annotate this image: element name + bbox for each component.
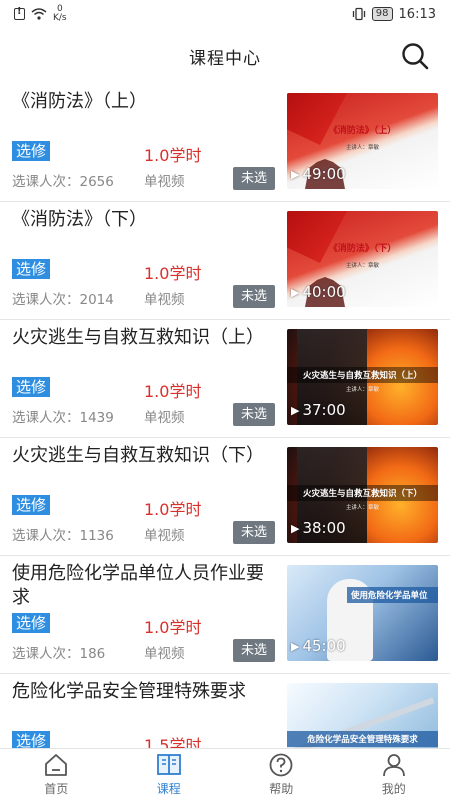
credit-hours: 1.0学时	[144, 618, 202, 637]
nav-label: 课程	[156, 782, 181, 796]
user-icon	[382, 754, 405, 777]
nav-item-profile[interactable]: 我的	[338, 749, 450, 800]
course-title: 《消防法》（下）	[12, 209, 147, 230]
thumbnail-caption: 危险化学品安全管理特殊要求	[287, 731, 438, 747]
course-thumbnail[interactable]: 危险化学品安全管理特殊要求	[287, 683, 438, 748]
course-list[interactable]: 《消防法》（上） 选修 1.0学时 选课人次：2656 单视频 未选 《消防法》…	[0, 84, 450, 748]
video-type: 单视频	[144, 174, 185, 190]
net-speed: 0 K/s	[53, 4, 67, 23]
thumbnail-caption: 火灾逃生与自救互救知识（下）	[287, 485, 438, 501]
video-duration: ▶ 37:00	[291, 401, 346, 419]
enrollment-count: 选课人次：1439	[12, 410, 114, 426]
help-icon	[269, 753, 293, 777]
play-icon: ▶	[291, 403, 300, 417]
thumbnail-lecturer: 主讲人：章敏	[345, 263, 379, 269]
video-type: 单视频	[144, 528, 185, 544]
course-title: 火灾逃生与自救互救知识（下）	[12, 445, 264, 466]
course-thumbnail[interactable]: 火灾逃生与自救互救知识（上） 主讲人：章敏 ▶ 37:00	[287, 329, 438, 425]
elective-tag: 选修	[12, 377, 51, 397]
elective-tag: 选修	[12, 259, 51, 279]
enrollment-count: 选课人次：2656	[12, 174, 114, 190]
elective-tag: 选修	[12, 495, 51, 515]
thumbnail-caption: 《消防法》（下）	[328, 244, 397, 254]
course-title: 《消防法》（上）	[12, 91, 147, 112]
enrollment-count: 选课人次：186	[12, 646, 106, 662]
play-icon: ▶	[291, 167, 300, 181]
thumbnail-lecturer: 主讲人：章敏	[345, 145, 379, 151]
course-item[interactable]: 《消防法》（下） 选修 1.0学时 选课人次：2014 单视频 未选 《消防法》…	[0, 202, 450, 320]
search-icon[interactable]	[400, 41, 430, 71]
elective-tag: 选修	[12, 141, 51, 161]
play-icon: ▶	[291, 521, 300, 535]
book-icon	[156, 754, 181, 775]
vibrate-icon	[352, 7, 365, 21]
select-status-button[interactable]: 未选	[233, 167, 275, 190]
course-item[interactable]: 《消防法》（上） 选修 1.0学时 选课人次：2656 单视频 未选 《消防法》…	[0, 84, 450, 202]
enrollment-count: 选课人次：1136	[12, 528, 114, 544]
course-item[interactable]: 使用危险化学品单位人员作业要求 选修 1.0学时 选课人次：186 单视频 未选…	[0, 556, 450, 674]
course-thumbnail[interactable]: 火灾逃生与自救互救知识（下） 主讲人：章敏 ▶ 38:00	[287, 447, 438, 543]
status-bar: 0 K/s 98 16:13	[0, 0, 450, 28]
video-duration: ▶ 49:00	[291, 165, 346, 183]
video-duration: ▶ 40:00	[291, 283, 346, 301]
credit-hours: 1.5学时	[144, 736, 202, 748]
thumbnail-caption: 火灾逃生与自救互救知识（上）	[287, 367, 438, 383]
course-item[interactable]: 火灾逃生与自救互救知识（上） 选修 1.0学时 选课人次：1439 单视频 未选…	[0, 320, 450, 438]
thumbnail-lecturer: 主讲人：章敏	[345, 387, 379, 393]
select-status-button[interactable]: 未选	[233, 639, 275, 662]
play-icon: ▶	[291, 639, 300, 653]
battery-indicator: 98	[371, 7, 393, 21]
elective-tag: 选修	[12, 731, 51, 748]
credit-hours: 1.0学时	[144, 146, 202, 165]
course-thumbnail[interactable]: 使用危险化学品单位 ▶ 45:00	[287, 565, 438, 661]
course-item[interactable]: 火灾逃生与自救互救知识（下） 选修 1.0学时 选课人次：1136 单视频 未选…	[0, 438, 450, 556]
page-title: 课程中心	[189, 48, 261, 69]
thumbnail-caption: 《消防法》（上）	[328, 126, 397, 136]
select-status-button[interactable]: 未选	[233, 403, 275, 426]
alert-icon	[14, 6, 25, 20]
course-title: 使用危险化学品单位人员作业要求	[12, 563, 264, 608]
nav-item-courses[interactable]: 课程	[113, 749, 226, 800]
course-item[interactable]: 危险化学品安全管理特殊要求 选修 1.5学时 危险化学品安全管理特殊要求	[0, 674, 450, 748]
nav-item-help[interactable]: 帮助	[225, 749, 338, 800]
play-icon: ▶	[291, 285, 300, 299]
clock: 16:13	[398, 6, 436, 22]
course-title: 危险化学品安全管理特殊要求	[12, 681, 246, 702]
thumbnail-lecturer: 主讲人：章敏	[345, 505, 379, 511]
enrollment-count: 选课人次：2014	[12, 292, 114, 308]
nav-label: 我的	[381, 782, 406, 796]
page-header: 课程中心	[0, 28, 450, 84]
thumbnail-caption: 使用危险化学品单位	[347, 587, 438, 603]
nav-label: 首页	[44, 782, 69, 796]
wifi-icon	[31, 8, 47, 20]
home-icon	[45, 754, 68, 776]
credit-hours: 1.0学时	[144, 264, 202, 283]
nav-label: 帮助	[269, 782, 294, 796]
video-type: 单视频	[144, 292, 185, 308]
nav-item-home[interactable]: 首页	[0, 749, 113, 800]
select-status-button[interactable]: 未选	[233, 521, 275, 544]
credit-hours: 1.0学时	[144, 382, 202, 401]
bottom-navigation: 首页 课程 帮助 我的	[0, 748, 450, 800]
video-duration: ▶ 38:00	[291, 519, 346, 537]
course-title: 火灾逃生与自救互救知识（上）	[12, 327, 264, 348]
credit-hours: 1.0学时	[144, 500, 202, 519]
video-duration: ▶ 45:00	[291, 637, 346, 655]
video-type: 单视频	[144, 410, 185, 426]
course-thumbnail[interactable]: 《消防法》（上） 主讲人：章敏 ▶ 49:00	[287, 93, 438, 189]
course-thumbnail[interactable]: 《消防法》（下） 主讲人：章敏 ▶ 40:00	[287, 211, 438, 307]
elective-tag: 选修	[12, 613, 51, 633]
select-status-button[interactable]: 未选	[233, 285, 275, 308]
video-type: 单视频	[144, 646, 185, 662]
